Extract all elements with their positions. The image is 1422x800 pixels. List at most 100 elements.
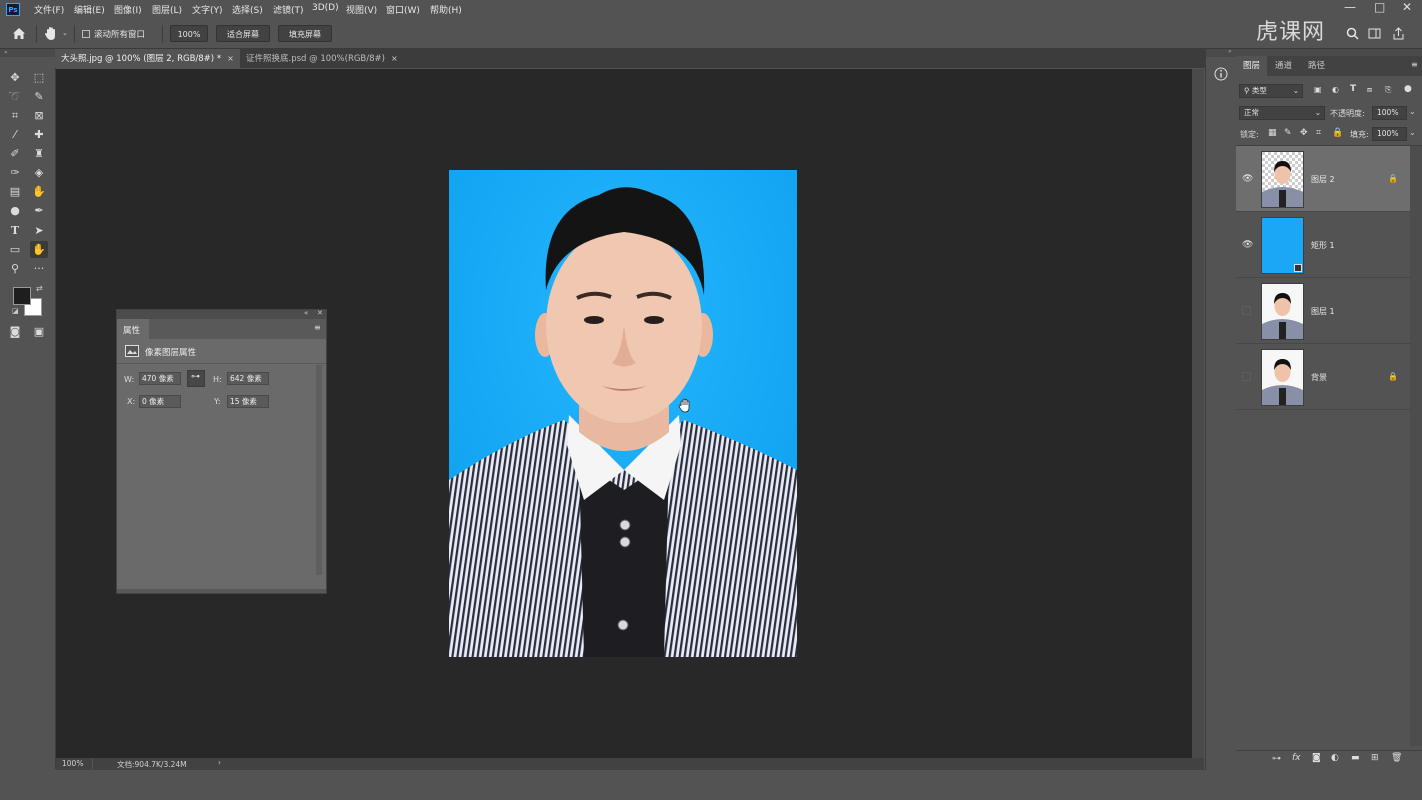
home-icon[interactable] xyxy=(12,27,26,40)
fill-screen-button[interactable]: 填充屏幕 xyxy=(278,25,332,42)
layer-row-layer-1[interactable]: 图层 1 xyxy=(1236,278,1410,344)
menu-file[interactable]: 文件(F) xyxy=(34,3,64,16)
lock-transparent-icon[interactable]: ▦ xyxy=(1268,128,1277,138)
zoom-tool-icon[interactable]: ⚲ xyxy=(6,260,24,277)
info-icon[interactable] xyxy=(1214,67,1228,81)
x-field[interactable]: 0 像素 xyxy=(139,395,181,408)
status-zoom[interactable]: 100% xyxy=(62,759,83,768)
folder-icon[interactable]: ▬ xyxy=(1351,753,1360,763)
rectangle-tool-icon[interactable]: ▭ xyxy=(6,241,24,258)
link-icon[interactable]: ⊶ xyxy=(1272,754,1281,764)
history-brush-tool-icon[interactable]: ✑ xyxy=(6,164,24,181)
link-dimensions-button[interactable]: ⊶ xyxy=(187,370,205,387)
fill-field[interactable]: 100% xyxy=(1372,127,1407,141)
tab-close-icon[interactable]: × xyxy=(227,54,234,63)
pen-tool-icon[interactable]: ✒ xyxy=(30,202,48,219)
gradient-tool-icon[interactable]: ▤ xyxy=(6,183,24,200)
collapse-icon[interactable]: » xyxy=(4,49,8,56)
tab-document-2[interactable]: 证件照换底.psd @ 100%(RGB/8#) × xyxy=(240,49,404,68)
menu-view[interactable]: 视图(V) xyxy=(346,3,377,16)
search-icon[interactable] xyxy=(1346,27,1359,40)
crop-tool-icon[interactable]: ⌗ xyxy=(6,107,24,124)
mask-icon[interactable]: ◙ xyxy=(1312,753,1321,763)
quick-select-tool-icon[interactable]: ✎ xyxy=(30,88,48,105)
filter-shape-icon[interactable]: ⧈ xyxy=(1367,85,1372,95)
frame-tool-icon[interactable]: ⊠ xyxy=(30,107,48,124)
hand-tool-icon[interactable] xyxy=(44,26,58,41)
width-field[interactable]: 470 像素 xyxy=(139,372,181,385)
menu-window[interactable]: 窗口(W) xyxy=(386,3,420,16)
more-tools-icon[interactable]: ··· xyxy=(30,260,48,277)
healing-brush-tool-icon[interactable]: ✚ xyxy=(30,126,48,143)
menu-image[interactable]: 图像(I) xyxy=(114,3,142,16)
filter-smart-object-icon[interactable]: ⎘ xyxy=(1385,85,1391,95)
layer-name[interactable]: 背景 xyxy=(1311,372,1327,383)
clone-stamp-tool-icon[interactable]: ♜ xyxy=(30,145,48,162)
dodge-tool-icon[interactable]: ● xyxy=(6,202,24,219)
move-tool-icon[interactable]: ✥ xyxy=(6,69,24,86)
lock-image-icon[interactable]: ✎ xyxy=(1284,128,1292,138)
filter-type-icon[interactable]: T xyxy=(1350,84,1356,94)
collapse-icon[interactable]: « xyxy=(304,309,308,317)
menu-help[interactable]: 帮助(H) xyxy=(430,3,462,16)
zoom-value-button[interactable]: 100% xyxy=(170,25,208,42)
visibility-eye-icon[interactable]: 👁 xyxy=(1242,240,1253,250)
tab-layers[interactable]: 图层 xyxy=(1236,56,1268,76)
new-layer-icon[interactable]: ⊞ xyxy=(1371,753,1379,763)
marquee-tool-icon[interactable]: ⬚ xyxy=(30,69,48,86)
layer-filter-select[interactable]: ⚲ 类型 ⌄ xyxy=(1239,84,1303,98)
default-colors-icon[interactable]: ◪ xyxy=(12,307,19,315)
lasso-tool-icon[interactable]: ➰ xyxy=(6,88,24,105)
workspace-icon[interactable] xyxy=(1368,27,1381,40)
hand-tool-selected-icon[interactable]: ✋ xyxy=(30,241,48,258)
menu-filter[interactable]: 滤镜(T) xyxy=(273,3,304,16)
layer-name[interactable]: 图层 1 xyxy=(1311,306,1335,317)
lock-artboard-icon[interactable]: ⌗ xyxy=(1316,128,1321,138)
adjustment-icon[interactable]: ◐ xyxy=(1331,753,1339,763)
filter-toggle-icon[interactable]: ● xyxy=(1404,84,1412,94)
layer-row-background[interactable]: 背景 🔒 xyxy=(1236,344,1410,410)
height-field[interactable]: 642 像素 xyxy=(227,372,269,385)
filter-pixel-icon[interactable]: ▣ xyxy=(1314,85,1322,94)
tab-channels[interactable]: 通道 xyxy=(1268,56,1300,76)
properties-scrollbar[interactable] xyxy=(316,365,322,575)
close-icon[interactable]: ✕ xyxy=(317,309,323,317)
fx-icon[interactable]: fx xyxy=(1292,753,1301,763)
properties-panel-header[interactable]: « ✕ xyxy=(117,309,326,319)
trash-icon[interactable]: 🗑 xyxy=(1391,753,1402,763)
panel-menu-icon[interactable]: ≡ xyxy=(314,323,321,332)
swap-colors-icon[interactable]: ⇄ xyxy=(36,284,43,293)
chevron-down-icon[interactable]: ⌄ xyxy=(1409,128,1416,137)
vertical-scrollbar[interactable] xyxy=(1192,69,1204,758)
lock-all-icon[interactable]: 🔒 xyxy=(1332,128,1343,138)
menu-select[interactable]: 选择(S) xyxy=(232,3,263,16)
status-arrow-icon[interactable]: › xyxy=(218,758,221,767)
layer-name[interactable]: 矩形 1 xyxy=(1311,240,1335,251)
menu-edit[interactable]: 编辑(E) xyxy=(74,3,105,16)
layer-name[interactable]: 图层 2 xyxy=(1311,174,1335,185)
type-tool-icon[interactable]: T xyxy=(6,222,24,239)
layer-row-layer-2[interactable]: 👁 图层 2 🔒 xyxy=(1236,146,1410,212)
lock-position-icon[interactable]: ✥ xyxy=(1300,128,1308,138)
visibility-toggle[interactable] xyxy=(1242,306,1251,315)
panel-menu-icon[interactable]: ≡ xyxy=(1411,60,1418,69)
layer-row-rectangle-1[interactable]: 👁 矩形 1 xyxy=(1236,212,1410,278)
menu-type[interactable]: 文字(Y) xyxy=(192,3,223,16)
brush-tool-icon[interactable]: ✐ xyxy=(6,145,24,162)
tab-properties[interactable]: 属性 xyxy=(123,324,140,336)
eyedropper-tool-icon[interactable]: ⁄ xyxy=(6,126,24,143)
layers-scrollbar[interactable] xyxy=(1410,146,1422,746)
collapse-icon[interactable]: « xyxy=(1228,48,1232,55)
menu-layer[interactable]: 图层(L) xyxy=(152,3,182,16)
y-field[interactable]: 15 像素 xyxy=(227,395,269,408)
maximize-icon[interactable]: □ xyxy=(1374,0,1385,14)
visibility-eye-icon[interactable]: 👁 xyxy=(1242,174,1253,184)
filter-adjustment-icon[interactable]: ◐ xyxy=(1332,85,1339,94)
menu-3d[interactable]: 3D(D) xyxy=(312,3,339,13)
minimize-icon[interactable]: — xyxy=(1344,0,1356,14)
tab-paths[interactable]: 路径 xyxy=(1301,56,1333,76)
screen-mode-icon[interactable]: ▣ xyxy=(30,323,48,340)
tool-preset-chevron-icon[interactable]: ⌄ xyxy=(62,29,68,37)
opacity-field[interactable]: 100% xyxy=(1372,106,1407,120)
fit-screen-button[interactable]: 适合屏幕 xyxy=(216,25,270,42)
